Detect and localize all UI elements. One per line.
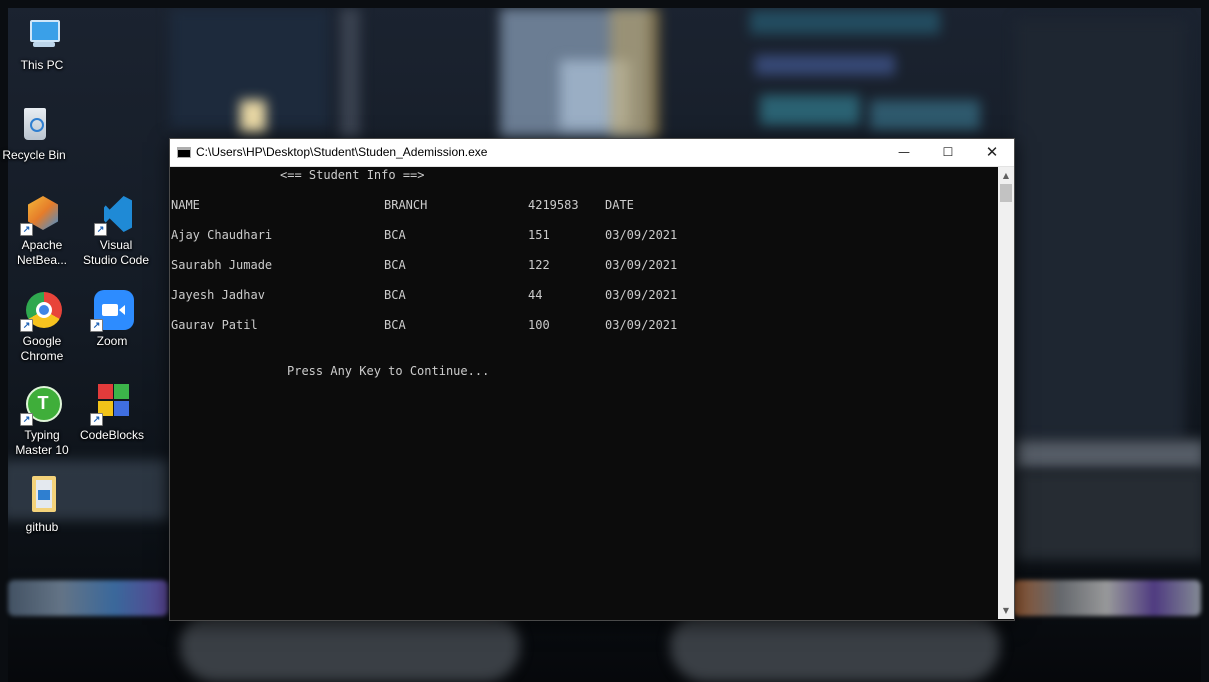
desktop-icon-codeblocks[interactable]: ↗ CodeBlocks [78, 384, 146, 443]
desktop-icon-recycle-bin[interactable]: Recycle Bin [0, 104, 68, 163]
console-output[interactable]: <== Student Info ==> NAME BRANCH 4219583… [170, 167, 998, 619]
row-name: Saurabh Jumade [171, 258, 273, 272]
row-id: 122 [528, 258, 550, 272]
desktop-icon-this-pc[interactable]: This PC [8, 14, 76, 73]
desktop-icon-chrome[interactable]: ↗ Google Chrome [8, 290, 76, 364]
row-branch: BCA [384, 318, 406, 332]
desktop-icon-label: Zoom [96, 334, 128, 348]
row-date: 03/09/2021 [605, 228, 678, 242]
console-app-icon [177, 147, 191, 158]
shortcut-arrow-icon: ↗ [20, 413, 33, 426]
screen-right-border [1201, 0, 1209, 682]
row-name: Gaurav Patil [171, 318, 258, 332]
continue-prompt: Press Any Key to Continue... [287, 364, 490, 378]
screen-top-border [0, 0, 1209, 8]
desktop-icon-label: Recycle Bin [2, 148, 66, 162]
desktop-icon-label: github [25, 520, 59, 534]
desktop-icon-netbeans[interactable]: ↗ Apache NetBea... [8, 194, 76, 268]
row-branch: BCA [384, 228, 406, 242]
desktop-icon-label: Typing Master 10 [15, 428, 69, 457]
desktop-icon-label: Visual Studio Code [82, 238, 150, 267]
row-date: 03/09/2021 [605, 288, 678, 302]
codeblocks-icon: ↗ [90, 384, 132, 426]
column-header-date: DATE [605, 198, 634, 212]
desktop-icon-typing-master[interactable]: T ↗ Typing Master 10 [8, 384, 76, 458]
blurred-dock-right [1013, 580, 1201, 616]
scroll-up-icon[interactable]: ▲ [998, 167, 1014, 184]
vscode-icon: ↗ [94, 194, 136, 236]
desktop-icon-vscode[interactable]: ↗ Visual Studio Code [82, 194, 150, 268]
scroll-down-icon[interactable]: ▼ [998, 602, 1014, 619]
row-branch: BCA [384, 288, 406, 302]
row-name: Ajay Chaudhari [171, 228, 273, 242]
chrome-icon: ↗ [20, 290, 62, 332]
row-branch: BCA [384, 258, 406, 272]
typing-master-icon: T ↗ [20, 384, 62, 426]
column-header-name: NAME [171, 198, 200, 212]
desktop-icon-zoom[interactable]: ↗ Zoom [78, 290, 146, 349]
recycle-bin-icon [14, 104, 54, 144]
desktop-icon-github[interactable]: github [8, 476, 76, 535]
column-header-branch: BRANCH [384, 198, 428, 212]
zoom-icon: ↗ [90, 290, 134, 332]
column-header-id: 4219583 [528, 198, 579, 212]
desktop-icon-label: CodeBlocks [79, 428, 145, 442]
row-id: 100 [528, 318, 550, 332]
desktop-icon-label: This PC [20, 58, 64, 72]
console-heading: <== Student Info ==> [280, 168, 425, 182]
close-button[interactable]: ✕ [970, 139, 1014, 166]
minimize-button[interactable]: — [882, 139, 926, 166]
shortcut-arrow-icon: ↗ [90, 413, 103, 426]
shortcut-arrow-icon: ↗ [20, 223, 33, 236]
row-id: 151 [528, 228, 550, 242]
desktop-icon-label: Apache NetBea... [16, 238, 68, 267]
row-date: 03/09/2021 [605, 318, 678, 332]
scrollbar-thumb[interactable] [1000, 184, 1012, 202]
shortcut-arrow-icon: ↗ [20, 319, 33, 332]
folder-icon [22, 476, 62, 516]
computer-icon [22, 14, 62, 54]
maximize-button[interactable]: ☐ [926, 139, 970, 166]
vertical-scrollbar[interactable]: ▲ ▼ [998, 167, 1014, 619]
console-window[interactable]: C:\Users\HP\Desktop\Student\Studen_Ademi… [169, 138, 1015, 621]
window-titlebar[interactable]: C:\Users\HP\Desktop\Student\Studen_Ademi… [170, 139, 1014, 167]
shortcut-arrow-icon: ↗ [94, 223, 107, 236]
desktop-icon-label: Google Chrome [20, 334, 64, 363]
window-title: C:\Users\HP\Desktop\Student\Studen_Ademi… [196, 145, 488, 159]
netbeans-icon: ↗ [20, 194, 62, 236]
shortcut-arrow-icon: ↗ [90, 319, 103, 332]
blurred-dock-left [8, 580, 168, 616]
row-date: 03/09/2021 [605, 258, 678, 272]
screen-left-border [0, 0, 8, 682]
row-id: 44 [528, 288, 543, 302]
row-name: Jayesh Jadhav [171, 288, 265, 302]
